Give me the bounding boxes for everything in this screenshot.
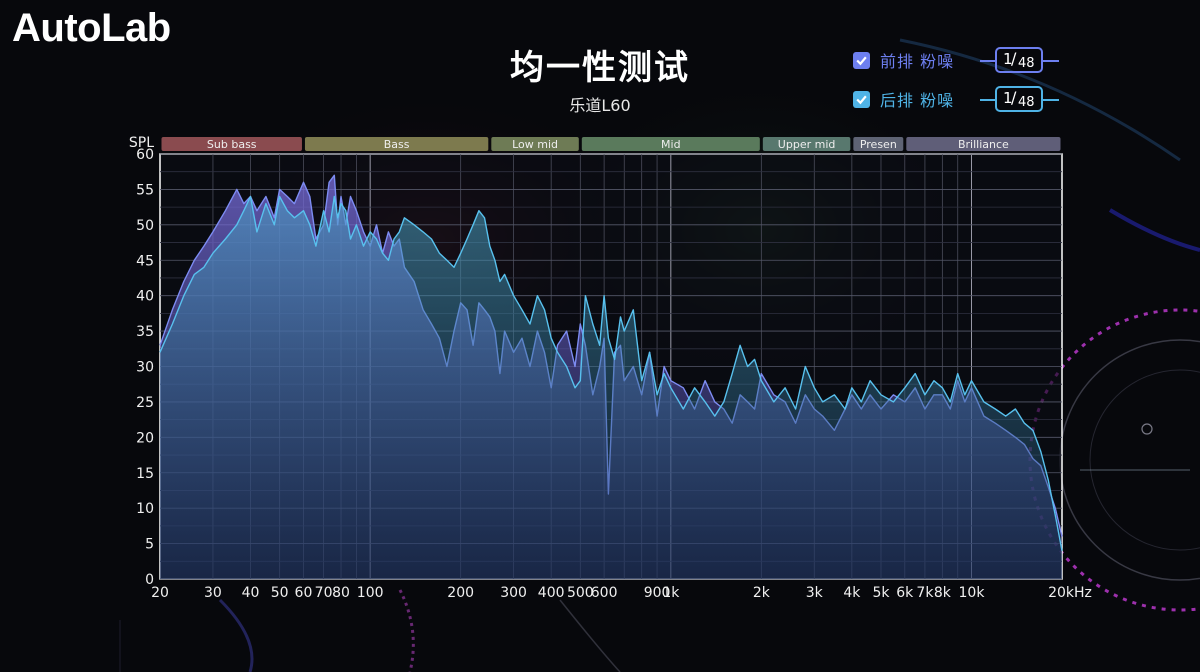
- x-tick-label: 2k: [753, 585, 771, 601]
- x-tick-label: 80: [332, 585, 350, 601]
- x-tick-label: 10k: [959, 585, 986, 601]
- x-tick-label: 500: [567, 585, 594, 601]
- y-tick-label: 10: [136, 501, 154, 517]
- y-tick-label: 55: [136, 182, 154, 198]
- x-tick-label: 600: [591, 585, 618, 601]
- x-tick-label: 200: [447, 585, 474, 601]
- band-label: Bass: [384, 138, 410, 151]
- x-tick-label: 20kHz: [1048, 585, 1092, 601]
- y-tick-label: 45: [136, 253, 154, 269]
- y-tick-label: 5: [145, 537, 154, 553]
- band-label: Presen: [860, 138, 897, 151]
- x-tick-label: 60: [295, 585, 313, 601]
- band-label: Upper mid: [778, 138, 836, 151]
- x-tick-label: 300: [500, 585, 527, 601]
- x-tick-label: 8k: [934, 585, 952, 601]
- x-tick-label: 100: [357, 585, 384, 601]
- x-tick-label: 1k: [662, 585, 680, 601]
- x-tick-label: 70: [315, 585, 333, 601]
- band-label: Sub bass: [207, 138, 257, 151]
- frequency-response-chart: Sub bass Bass Low mid Mid Upper mid Presen Bri…: [129, 135, 1092, 601]
- x-tick-label: 50: [271, 585, 289, 601]
- y-tick-label: 25: [136, 395, 154, 411]
- y-tick-label: 20: [136, 430, 154, 446]
- x-tick-label: 30: [204, 585, 222, 601]
- x-tick-label: 400: [538, 585, 565, 601]
- y-tick-label: 40: [136, 289, 154, 305]
- y-tick-label: 15: [136, 466, 154, 482]
- y-tick-label: 35: [136, 324, 154, 340]
- y-axis-label: SPL: [129, 135, 154, 151]
- band-label: Brilliance: [958, 138, 1009, 151]
- y-tick-label: 30: [136, 360, 154, 376]
- band-label: Mid: [661, 138, 681, 151]
- x-tick-label: 3k: [806, 585, 824, 601]
- x-tick-label: 5k: [872, 585, 890, 601]
- band-label: Low mid: [512, 138, 558, 151]
- x-tick-label: 4k: [843, 585, 861, 601]
- x-tick-label: 6k: [896, 585, 914, 601]
- x-tick-label: 7k: [916, 585, 934, 601]
- y-tick-label: 50: [136, 218, 154, 234]
- x-tick-label: 20: [151, 585, 169, 601]
- x-tick-label: 40: [242, 585, 260, 601]
